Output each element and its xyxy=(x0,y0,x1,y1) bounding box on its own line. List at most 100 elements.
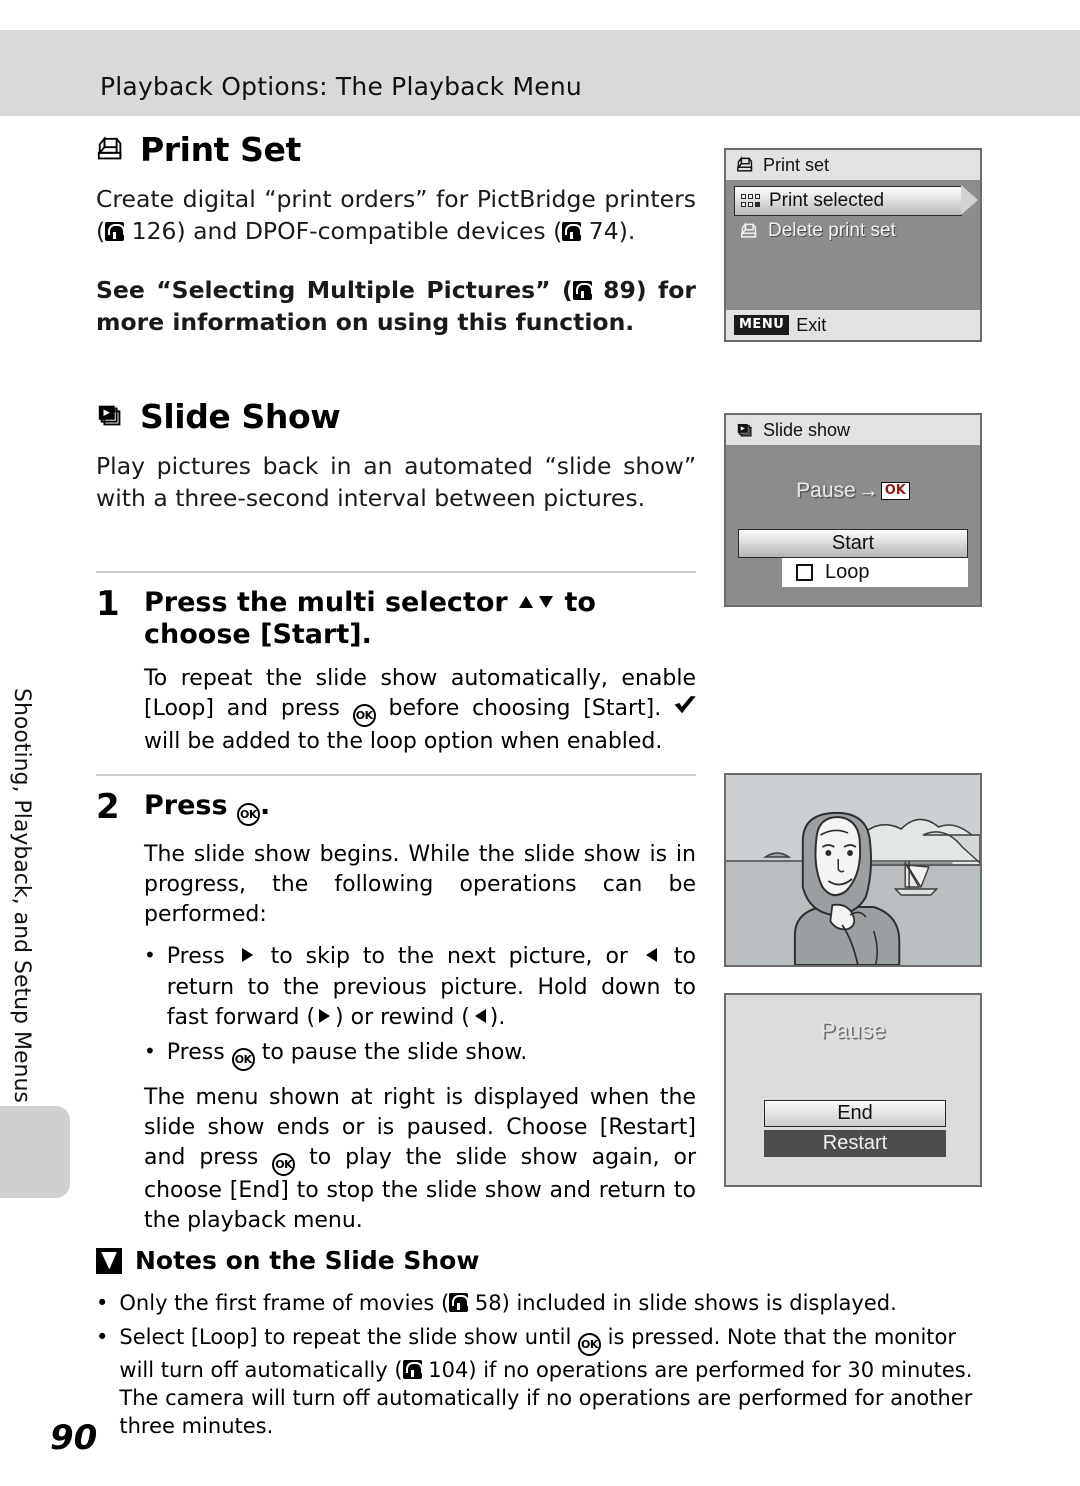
notes-title-label: Notes on the Slide Show xyxy=(135,1246,480,1275)
step-2-bullet-1: • Press to skip to the next picture, or … xyxy=(144,942,696,1034)
manual-reference-icon xyxy=(402,1360,423,1380)
ok-button-icon: OK xyxy=(352,703,376,727)
print-set-see-text-a: See “Selecting Multiple Pictures” ( xyxy=(96,275,573,304)
ok-button-icon: OK xyxy=(272,1152,296,1176)
step-2-title-b: . xyxy=(259,790,271,822)
printer-icon xyxy=(740,221,759,241)
print-set-exit-label: Exit xyxy=(796,314,827,335)
ok-button-badge: OK xyxy=(880,482,910,500)
step-1-title-a: Press the multi selector xyxy=(144,586,518,618)
pause-screen-mockup: Pause End Restart xyxy=(724,993,982,1187)
bullet-dot-icon: • xyxy=(96,1291,109,1315)
print-set-paragraph-1: Create digital “print orders” for PictBr… xyxy=(96,183,696,248)
slide-show-photo-mockup xyxy=(724,773,982,967)
step-2-title: Press OK. xyxy=(144,790,696,827)
print-set-ref-2: 74 xyxy=(588,217,619,246)
slide-show-pause-hint: Pause → OK xyxy=(734,479,972,503)
grid-icon xyxy=(741,193,760,209)
print-set-heading-label: Print Set xyxy=(140,130,301,169)
slide-show-screen-body: Pause → OK Start Loop xyxy=(726,479,980,605)
slide-show-screen-titlebar: Slide show xyxy=(726,415,980,445)
side-tab-label: Shooting, Playback, and Setup Menus xyxy=(9,688,34,1103)
note-2-a: Select [Loop] to repeat the slide show u… xyxy=(119,1325,578,1350)
slide-show-screen-mockup: Slide show Pause→OK Start Loop MENU Exit xyxy=(724,413,982,607)
slide-show-loop-label: Loop xyxy=(825,561,870,583)
manual-reference-icon xyxy=(572,280,593,300)
step-2: 2 Press OK. The slide show begins. While… xyxy=(96,776,696,1235)
manual-reference-icon xyxy=(105,222,126,242)
print-set-screen-footer: MENU Exit xyxy=(726,310,980,340)
caution-icon xyxy=(96,1247,122,1274)
main-content: Print Set Create digital “print orders” … xyxy=(96,130,696,1236)
step-1: 1 Press the multi selector to choose [St… xyxy=(96,573,696,757)
step-2-bullets: • Press to skip to the next picture, or … xyxy=(144,942,696,1071)
pause-end-button[interactable]: End xyxy=(764,1100,946,1127)
photo-illustration xyxy=(726,775,980,965)
checkmark-icon xyxy=(674,695,696,725)
print-set-ref-1: 126 xyxy=(131,217,177,246)
menu-item-delete-print-set-label: Delete print set xyxy=(768,220,896,241)
arrow-right-glyph: → xyxy=(857,479,879,502)
slide-show-icon xyxy=(96,401,126,431)
note-item: • Select [Loop] to repeat the slide show… xyxy=(96,1323,996,1440)
print-set-text-c: ). xyxy=(618,217,636,246)
bullet-dot-icon: • xyxy=(144,943,156,968)
slide-show-start-button[interactable]: Start xyxy=(738,529,968,558)
note-1-a: Only the first frame of movies ( xyxy=(119,1291,450,1315)
print-set-screen-mockup: Print set Print selected Delete print se… xyxy=(724,148,982,342)
menu-item-delete-print-set[interactable]: Delete print set xyxy=(734,216,972,246)
right-arrow-icon xyxy=(238,943,258,973)
pause-restart-button[interactable]: Restart xyxy=(764,1130,946,1157)
bullet-1-b: to skip to the next picture, or xyxy=(257,944,641,970)
up-down-arrows-icon xyxy=(517,588,555,619)
step-2-bullet-2: • Press OK to pause the slide show. xyxy=(144,1038,696,1071)
left-arrow-icon xyxy=(641,943,661,973)
slide-show-paragraph: Play pictures back in an automated “slid… xyxy=(96,451,696,513)
bullet-2-b: to pause the slide show. xyxy=(254,1039,528,1065)
note-item: • Only the first frame of movies ( 58) i… xyxy=(96,1289,996,1317)
note-1-ref: 58 xyxy=(474,1291,502,1315)
note-1-b: ) included in slide shows is displayed. xyxy=(501,1291,897,1315)
print-set-ref-3: 89 xyxy=(603,275,636,304)
slide-show-pause-label: Pause xyxy=(796,479,856,502)
bullet-1-e: ). xyxy=(489,1004,506,1030)
step-1-body-b: before choosing [Start]. xyxy=(375,695,675,721)
print-set-heading: Print Set xyxy=(96,130,696,169)
ok-button-icon: OK xyxy=(231,1047,255,1071)
step-2-body: The slide show begins. While the slide s… xyxy=(144,842,696,928)
left-arrow-icon xyxy=(470,1004,490,1034)
page-number: 90 xyxy=(50,1418,98,1458)
slide-show-icon xyxy=(736,421,755,440)
pause-screen-title: Pause xyxy=(820,1017,886,1043)
notes-title: Notes on the Slide Show xyxy=(96,1246,996,1275)
menu-item-print-selected-label: Print selected xyxy=(769,190,885,211)
manual-reference-icon xyxy=(449,1293,470,1312)
notes-section: Notes on the Slide Show • Only the first… xyxy=(96,1246,996,1447)
print-set-paragraph-2: See “Selecting Multiple Pictures” ( 89) … xyxy=(96,274,696,339)
slide-show-start-label: Start xyxy=(831,532,875,554)
step-1-number: 1 xyxy=(96,583,120,624)
manual-reference-icon xyxy=(562,222,583,242)
slide-show-screen-title: Slide show xyxy=(763,419,851,440)
bullet-1-d: ) or rewind ( xyxy=(335,1004,470,1030)
step-2-title-a: Press xyxy=(144,790,237,822)
slide-show-loop-option[interactable]: Loop xyxy=(782,558,968,587)
print-set-text-b: ) and DPOF-compatible devices ( xyxy=(176,217,563,246)
print-set-screen-body: Print selected Delete print set xyxy=(726,180,980,310)
step-1-body: To repeat the slide show automatically, … xyxy=(144,664,696,757)
ok-button-icon: OK xyxy=(236,803,260,827)
slide-show-heading-label: Slide Show xyxy=(140,396,341,436)
print-set-screen-titlebar: Print set xyxy=(726,150,980,180)
bullet-dot-icon: • xyxy=(144,1038,156,1063)
menu-item-print-selected[interactable]: Print selected xyxy=(734,185,978,216)
bullet-dot-icon: • xyxy=(96,1325,109,1350)
ok-button-icon: OK xyxy=(577,1333,601,1357)
slide-show-heading: Slide Show xyxy=(96,397,696,436)
pause-end-label: End xyxy=(837,1102,873,1124)
step-2-number: 2 xyxy=(96,787,120,828)
loop-checkbox[interactable] xyxy=(796,564,813,581)
print-set-screen-title: Print set xyxy=(763,154,830,175)
menu-button-badge: MENU xyxy=(734,315,790,335)
printer-icon xyxy=(96,135,126,165)
step-1-body-c: will be added to the loop option when en… xyxy=(144,728,663,754)
